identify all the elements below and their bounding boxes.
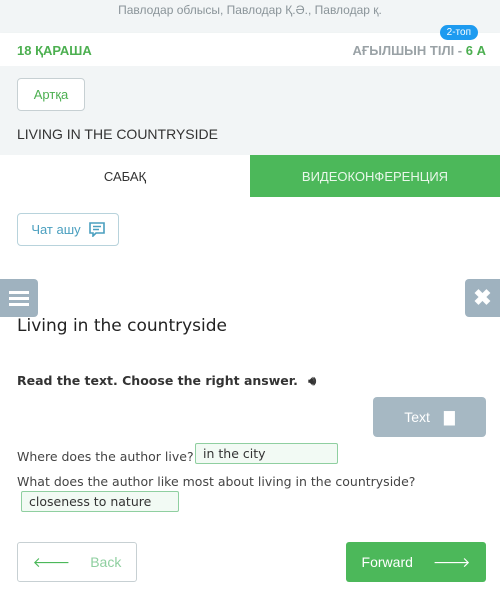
open-chat-button[interactable]: Чат ашу xyxy=(17,213,119,246)
close-button[interactable]: ✖ xyxy=(465,279,500,317)
lesson-title: LIVING IN THE COUNTRYSIDE xyxy=(17,126,218,142)
answer-1-field[interactable]: in the city xyxy=(195,443,338,464)
subject-name: АҒЫЛШЫН ТІЛІ - xyxy=(352,43,466,58)
lesson-header: Артқа LIVING IN THE COUNTRYSIDE xyxy=(0,66,500,155)
group-badge: 2-топ xyxy=(439,25,478,40)
book-icon: ▇ xyxy=(443,408,455,425)
class-name: 6 А xyxy=(465,43,486,58)
subject-title: АҒЫЛШЫН ТІЛІ - 6 А xyxy=(353,43,486,58)
back-label: Back xyxy=(90,554,122,570)
question-2: What does the author like most about liv… xyxy=(17,474,416,489)
menu-button[interactable] xyxy=(0,279,38,317)
arrow-left-icon: 🡐 xyxy=(32,553,71,570)
location-bar: Павлодар облысы, Павлодар Қ.Ә., Павлодар… xyxy=(0,0,500,33)
speaker-icon[interactable]: 🔊︎ xyxy=(308,373,316,388)
back-top-button[interactable]: Артқа xyxy=(17,78,85,111)
task-instruction: Read the text. Choose the right answer. … xyxy=(17,373,316,389)
tab-videoconference[interactable]: ВИДЕОКОНФЕРЕНЦИЯ xyxy=(250,155,500,197)
back-button[interactable]: 🡐 Back xyxy=(17,542,137,582)
chat-label: Чат ашу xyxy=(31,222,81,237)
forward-label: Forward xyxy=(361,554,413,570)
task-title: Living in the countryside xyxy=(17,316,227,336)
close-icon: ✖ xyxy=(473,285,492,310)
header: 18 ҚАРАША АҒЫЛШЫН ТІЛІ - 6 А 2-топ xyxy=(0,25,500,66)
instruction-text: Read the text. Choose the right answer. xyxy=(17,373,298,388)
forward-button[interactable]: Forward 🡒 xyxy=(346,542,486,582)
tab-lesson[interactable]: САБАҚ xyxy=(0,155,250,197)
arrow-right-icon: 🡒 xyxy=(432,553,471,570)
answer-2-field[interactable]: closeness to nature xyxy=(21,491,179,512)
location-text: Павлодар облысы, Павлодар Қ.Ә., Павлодар… xyxy=(118,3,382,17)
text-button-label: Text xyxy=(404,409,430,425)
chat-icon xyxy=(88,222,105,237)
question-1: Where does the author live? xyxy=(17,449,194,464)
text-button[interactable]: Text ▇ xyxy=(373,397,486,437)
lesson-date: 18 ҚАРАША xyxy=(17,43,92,58)
hamburger-icon xyxy=(9,291,29,306)
